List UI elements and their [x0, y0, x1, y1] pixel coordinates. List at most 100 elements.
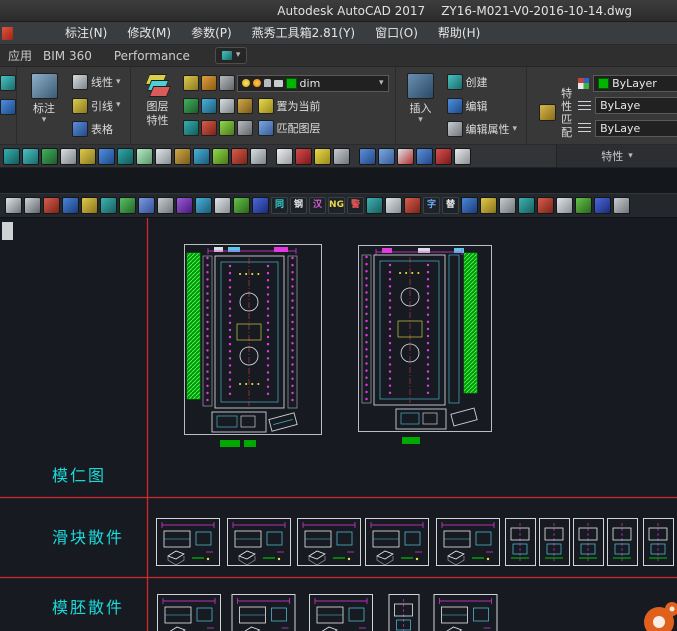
yanxiu-same-tool-icon[interactable]: 同 — [271, 197, 288, 214]
gray-tool-icon[interactable] — [499, 197, 516, 214]
red-tool-icon[interactable] — [537, 197, 554, 214]
drawing-canvas[interactable]: 模仁图 滑块散件 模胚散件 — [0, 218, 677, 631]
pen-red-tool-icon[interactable] — [295, 147, 312, 165]
teal-tool-icon[interactable] — [518, 197, 535, 214]
clipped-tool-icon[interactable] — [0, 99, 16, 115]
cube-tool-icon[interactable] — [119, 197, 136, 214]
edit-block-button[interactable]: 编辑 — [444, 96, 521, 116]
layer-tool-icon[interactable] — [218, 97, 235, 114]
white-tool-icon[interactable] — [556, 197, 573, 214]
create-block-button[interactable]: 创建 — [444, 72, 521, 92]
table-grid-tool-icon[interactable] — [378, 147, 395, 165]
block-tool-icon[interactable] — [100, 197, 117, 214]
rotate-tool-icon[interactable] — [79, 147, 96, 165]
pen-white-tool-icon[interactable] — [276, 147, 293, 165]
yanxiu-steel-tool-icon[interactable]: 钢 — [290, 197, 307, 214]
menu-item-3[interactable]: 参数(P) — [181, 22, 242, 45]
linetype-dropdown-2[interactable]: ByLaye▾ — [595, 119, 677, 137]
white-tool-icon[interactable] — [385, 197, 402, 214]
menu-item-2[interactable]: 修改(M) — [117, 22, 181, 45]
linetype-dropdown-1[interactable]: ByLaye▾ — [595, 97, 677, 114]
ribbon-tab-performance[interactable]: Performance — [103, 49, 201, 63]
match-layer-button[interactable]: 匹配图层 — [255, 118, 324, 138]
layer-freeze-icon[interactable] — [218, 75, 235, 91]
yanxiu-replace-tool-icon[interactable]: 替 — [442, 197, 459, 214]
aqua-tool-icon[interactable] — [195, 197, 212, 214]
layer-tool-icon[interactable] — [236, 120, 253, 136]
print-tool-icon[interactable] — [157, 197, 174, 214]
menu-item-4[interactable]: 燕秀工具箱2.81(Y) — [242, 22, 365, 45]
layer-tool-icon[interactable] — [200, 120, 217, 136]
fillet-tool-icon[interactable] — [193, 147, 210, 165]
menu-item-1[interactable]: 标注(N) — [55, 22, 117, 45]
ribbon-tab-bim-360[interactable]: BIM 360 — [32, 49, 103, 63]
insert-block-big-button[interactable]: 插入 ▾ — [400, 70, 442, 141]
eraser-tool-icon[interactable] — [333, 147, 350, 165]
scale-tool-icon[interactable] — [98, 147, 115, 165]
blue-tool-icon[interactable] — [594, 197, 611, 214]
yanxiu-warn-tool-icon[interactable]: 警 — [347, 197, 364, 214]
mirror-tool-icon[interactable] — [155, 147, 172, 165]
hatch-tool-icon[interactable] — [212, 147, 229, 165]
layer-tool-icon[interactable] — [218, 120, 235, 136]
layer-dropdown[interactable]: dim ▾ — [236, 74, 389, 92]
circle-tool-icon[interactable] — [22, 147, 39, 165]
pan-tool-icon[interactable] — [24, 197, 41, 214]
layer-tool-icon[interactable] — [182, 120, 199, 136]
leader-button[interactable]: 引线 ▾ — [69, 96, 124, 116]
ucs-tool-icon[interactable] — [138, 197, 155, 214]
table-grid-tool-icon[interactable] — [454, 147, 471, 165]
edit-attributes-button[interactable]: 编辑属性 ▾ — [444, 119, 521, 139]
purple-tool-icon[interactable] — [176, 197, 193, 214]
app-red-icon[interactable] — [2, 26, 13, 40]
array-tool-icon[interactable] — [174, 147, 191, 165]
properties-panel-label[interactable]: 特性 ▾ — [556, 145, 677, 167]
dim-tool-icon[interactable] — [81, 197, 98, 214]
red-tool-icon[interactable] — [43, 197, 60, 214]
move-tool-icon[interactable] — [41, 147, 58, 165]
yanxiu-han-tool-icon[interactable]: 汉 — [309, 197, 326, 214]
table-grid-tool-icon[interactable] — [435, 147, 452, 165]
menu-item-5[interactable]: 窗口(O) — [365, 22, 428, 45]
offset-tool-icon[interactable] — [136, 147, 153, 165]
ribbon-tab-partial[interactable]: 应用 — [0, 47, 32, 64]
clipped-tool-icon[interactable] — [0, 75, 16, 91]
gray-tool-icon[interactable] — [613, 197, 630, 214]
table-grid-tool-icon[interactable] — [397, 147, 414, 165]
yanxiu-text-tool-icon[interactable]: 字 — [423, 197, 440, 214]
white-tool-icon[interactable] — [214, 197, 231, 214]
toolstrip-overflow-button[interactable]: ▾ — [214, 47, 248, 64]
explode-tool-icon[interactable] — [250, 147, 267, 165]
teal-tool-icon[interactable] — [366, 197, 383, 214]
green-tool-icon[interactable] — [233, 197, 250, 214]
copy-tool-icon[interactable] — [60, 147, 77, 165]
red-tool-icon[interactable] — [404, 197, 421, 214]
set-current-layer-button[interactable]: 置为当前 — [255, 96, 324, 116]
layer-tool-icon[interactable] — [200, 97, 217, 114]
blue-tool-icon[interactable] — [252, 197, 269, 214]
pen-yellow-tool-icon[interactable] — [314, 147, 331, 165]
blue-tool-icon[interactable] — [461, 197, 478, 214]
table-grid-tool-icon[interactable] — [359, 147, 376, 165]
yanxiu-ng-tool-icon[interactable]: NG — [328, 197, 345, 214]
match-properties-button[interactable]: 特性 匹配 — [531, 70, 576, 141]
object-color-dropdown[interactable]: ByLayer▾ — [593, 74, 677, 92]
zoom-tool-icon[interactable] — [5, 197, 22, 214]
layer-tool-icon[interactable] — [182, 97, 199, 114]
dimension-big-button[interactable]: 标注 ▾ — [21, 70, 67, 141]
layer-off-icon[interactable] — [182, 75, 199, 91]
layout-tool-icon[interactable] — [62, 197, 79, 214]
trim-tool-icon[interactable] — [117, 147, 134, 165]
yellow-tool-icon[interactable] — [480, 197, 497, 214]
green-tool-icon[interactable] — [575, 197, 592, 214]
layer-isolate-icon[interactable] — [200, 75, 217, 91]
erase-tool-icon[interactable] — [231, 147, 248, 165]
table-button[interactable]: 表格 — [69, 119, 124, 139]
docked-palette-icon[interactable] — [2, 222, 13, 240]
layer-tool-icon[interactable] — [236, 97, 253, 114]
linear-dimension-button[interactable]: 线性 ▾ — [69, 72, 124, 92]
polyline-tool-icon[interactable] — [3, 147, 20, 165]
layer-properties-big-button[interactable]: 图层 特性 — [135, 70, 181, 141]
menu-item-6[interactable]: 帮助(H) — [428, 22, 490, 45]
table-grid-tool-icon[interactable] — [416, 147, 433, 165]
